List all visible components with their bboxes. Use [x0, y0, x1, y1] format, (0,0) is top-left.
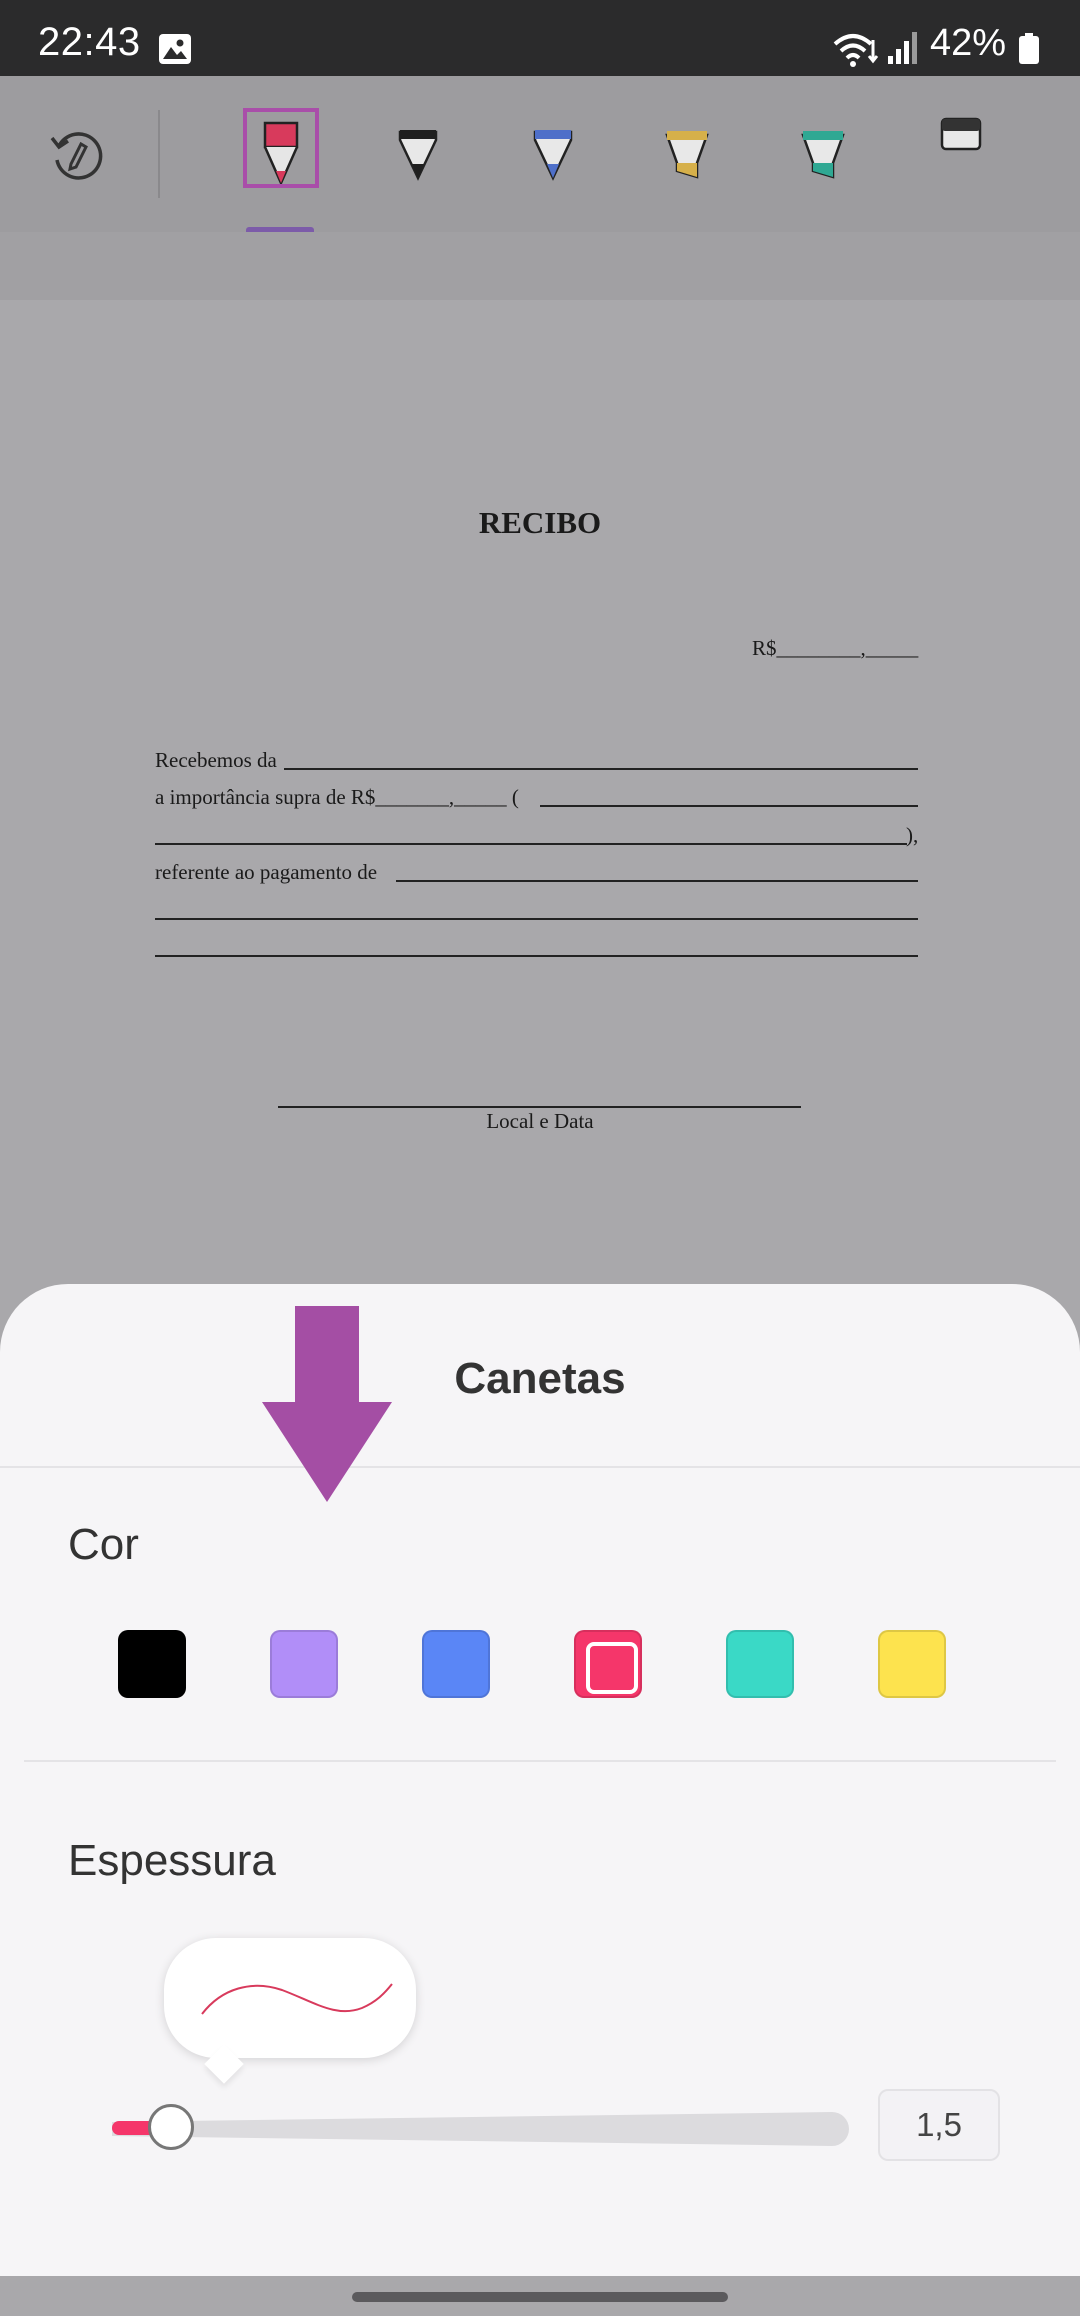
thickness-slider-thumb[interactable]	[148, 2104, 195, 2150]
blank-rule	[540, 805, 918, 807]
navigation-bar	[0, 2276, 1080, 2316]
pen-toolbar	[0, 76, 1080, 232]
sheet-divider	[0, 1466, 1080, 1468]
thickness-value-field[interactable]: 1,5	[878, 2089, 1000, 2161]
document-page[interactable]: RECIBO R$________,_____ Recebemos da a i…	[0, 300, 1080, 1290]
color-swatch-black[interactable]	[118, 1630, 186, 1698]
signature-label: Local e Data	[486, 1109, 594, 1133]
color-swatch-red[interactable]	[574, 1630, 642, 1698]
gallery-icon	[159, 34, 191, 64]
pens-sheet: Canetas Cor Espessura 1,5	[0, 1284, 1080, 2276]
status-time: 22:43	[38, 20, 141, 64]
blank-rule	[155, 955, 918, 957]
highlighter-icon	[665, 131, 709, 179]
sheet-title: Canetas	[454, 1354, 626, 1403]
home-gesture-handle[interactable]	[352, 2292, 728, 2302]
stroke-preview-icon	[201, 1983, 393, 2015]
blank-rule	[155, 918, 918, 920]
stroke-preview-bubble	[164, 1938, 416, 2058]
color-swatch-blue[interactable]	[422, 1630, 490, 1698]
marker-icon	[533, 130, 573, 181]
signature-rule	[278, 1106, 801, 1108]
section-divider	[24, 1760, 1056, 1762]
color-swatch-purple[interactable]	[270, 1630, 338, 1698]
document-title: RECIBO	[478, 505, 602, 540]
selected-tool-highlight	[243, 108, 319, 188]
eraser-icon	[940, 117, 982, 151]
signal-icon	[888, 32, 917, 64]
tool-marker-blue[interactable]	[518, 76, 588, 232]
tool-eraser[interactable]	[925, 76, 997, 232]
color-section-label: Cor	[68, 1520, 139, 1569]
toolbar-divider	[158, 110, 160, 198]
blank-rule	[396, 880, 918, 882]
payment-reference-line: referente ao pagamento de	[155, 860, 378, 884]
highlighter-icon	[801, 131, 845, 179]
amount-line: R$________,_____	[752, 636, 919, 660]
blank-rule	[284, 768, 918, 770]
tool-marker-black[interactable]	[383, 76, 453, 232]
marker-icon	[398, 130, 438, 181]
closing-paren: ),	[906, 823, 919, 847]
tool-highlighter-teal[interactable]	[787, 76, 859, 232]
status-bar: 22:43 42%	[0, 0, 1080, 76]
undo-icon	[50, 132, 103, 180]
wifi-icon	[833, 34, 879, 67]
thickness-section-label: Espessura	[68, 1836, 276, 1885]
color-swatch-teal[interactable]	[726, 1630, 794, 1698]
annotation-arrow-icon	[262, 1306, 392, 1502]
battery-icon	[1019, 33, 1039, 64]
tool-highlighter-yellow[interactable]	[651, 76, 723, 232]
amount-words-line: a importância supra de R$_______,_____ (	[155, 785, 519, 809]
battery-percentage: 42%	[930, 22, 1007, 64]
undo-button[interactable]	[38, 76, 116, 232]
color-swatch-yellow[interactable]	[878, 1630, 946, 1698]
page-gap	[0, 232, 1080, 300]
received-from-line: Recebemos da	[155, 748, 277, 772]
blank-rule	[155, 843, 907, 845]
thickness-slider-track[interactable]	[112, 2104, 852, 2154]
